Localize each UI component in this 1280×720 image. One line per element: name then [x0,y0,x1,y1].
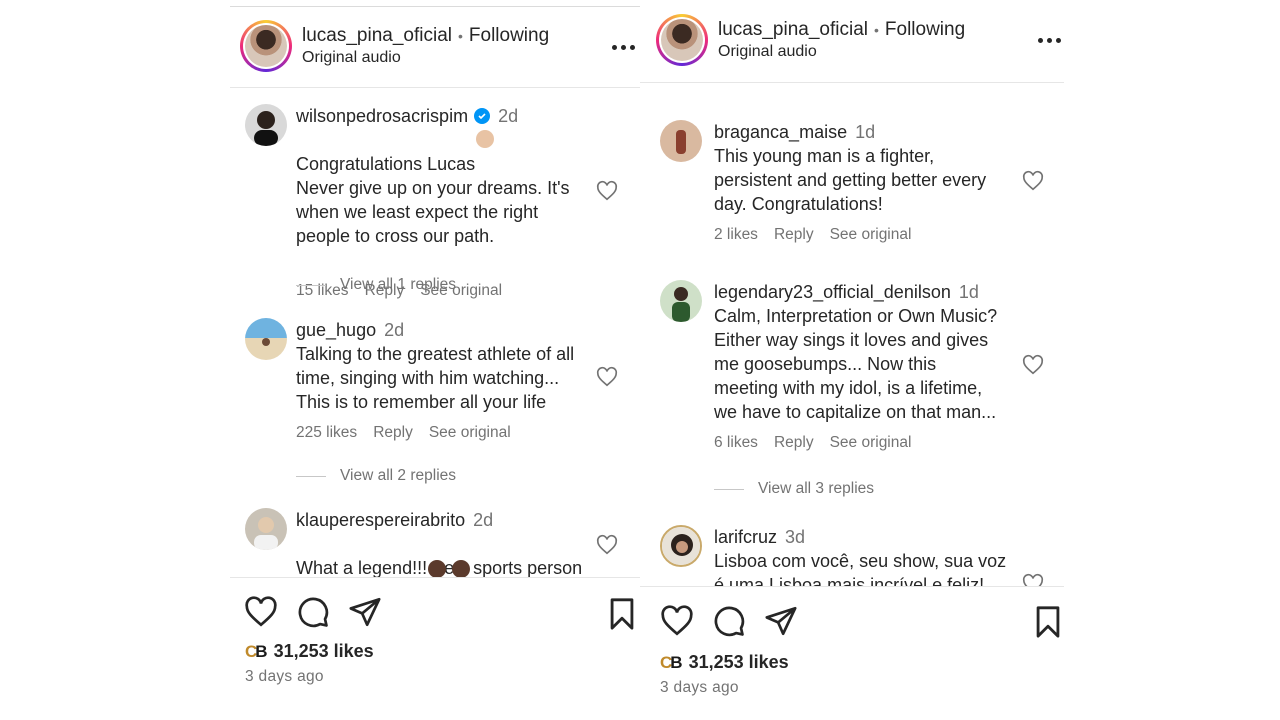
cb-logo: CB [245,641,268,661]
share-paper-plane-icon[interactable] [348,595,382,629]
commenter-avatar[interactable] [245,104,287,146]
commenter-avatar[interactable] [660,525,702,567]
comment-time: 2d [473,510,494,530]
comment-username[interactable]: gue_hugo [296,318,376,342]
comment-text: Talking to the greatest athlete of all t… [296,344,575,412]
following-button[interactable]: Following [885,19,965,41]
separator-dot: • [874,22,879,38]
separator-dot: • [458,28,463,44]
post-actions [244,595,640,629]
comment-text: Calm, Interpretation or Own Music? Eithe… [714,306,998,422]
comment-time: 1d [958,282,979,302]
actions-divider [640,586,1064,587]
likes-count: 31,253 likes [688,652,789,672]
comment-time: 2d [384,320,405,340]
reply-button[interactable]: Reply [774,434,814,452]
comment-time: 3d [785,527,806,547]
comments-list: braganca_maise 1d This young man is a fi… [640,83,1064,586]
commenter-avatar[interactable] [245,318,287,360]
original-audio-link[interactable]: Original audio [718,43,965,61]
like-heart-icon[interactable] [244,595,278,629]
verified-badge-icon [474,108,491,124]
comment-likes[interactable]: 225 likes [296,424,357,442]
comment-text: Lisboa com você, seu show, sua voz é uma… [714,551,1007,586]
view-replies-button[interactable]: View all 3 replies [714,480,874,498]
more-options-icon[interactable] [612,45,635,50]
commenter-avatar[interactable] [245,508,287,550]
comment-username[interactable]: braganca_maise [714,120,847,144]
clap-emoji [452,560,470,577]
clap-emoji [428,560,446,577]
comment-text: This young man is a fighter, persistent … [714,146,987,214]
original-audio-link[interactable]: Original audio [302,49,549,67]
comment-username[interactable]: larifcruz [714,525,777,549]
see-original-button[interactable]: See original [830,226,912,244]
like-comment-heart-icon[interactable] [1022,170,1044,192]
like-heart-icon[interactable] [660,604,694,638]
comment-text: Congratulations Lucas Never give up on y… [296,154,570,246]
comment-bubble-icon[interactable] [296,595,330,629]
comment-time: 1d [855,122,876,142]
post-header: lucas_pina_oficial • Following Original … [240,20,640,72]
like-comment-heart-icon[interactable] [596,534,618,556]
right-post-panel: lucas_pina_oficial • Following Original … [640,0,1064,720]
likes-count-row[interactable]: CB 31,253 likes [660,652,789,673]
like-comment-heart-icon[interactable] [596,366,618,388]
post-header: lucas_pina_oficial • Following Original … [656,14,1064,66]
comment-time: 2d [498,106,519,126]
reply-button[interactable]: Reply [373,424,413,442]
view-replies-button[interactable]: View all 2 replies [296,467,456,485]
comment-username[interactable]: wilsonpedrosacrispim [296,104,468,128]
comment-likes[interactable]: 2 likes [714,226,758,244]
following-button[interactable]: Following [469,25,549,47]
top-divider [230,6,640,7]
comment-username[interactable]: legendary23_official_denilson [714,280,951,304]
post-timestamp: 3 days ago [660,679,739,696]
likes-count: 31,253 likes [273,641,374,661]
post-actions [660,604,1064,638]
likes-count-row[interactable]: CB 31,253 likes [245,641,374,662]
share-paper-plane-icon[interactable] [764,604,798,638]
reply-button[interactable]: Reply [774,226,814,244]
profile-avatar[interactable] [240,20,292,72]
comments-list: wilsonpedrosacrispim 2d Congratulations … [230,88,640,577]
see-original-button[interactable]: See original [830,434,912,452]
view-replies-label: View all 1 replies [340,276,457,293]
post-timestamp: 3 days ago [245,668,324,685]
clapping-hands-emoji [476,130,494,148]
cb-logo: CB [660,652,683,672]
view-replies-label: View all 3 replies [758,480,875,497]
view-replies-button[interactable]: View all 1 replies [296,276,456,294]
commenter-avatar[interactable] [660,280,702,322]
see-original-button[interactable]: See original [429,424,511,442]
save-bookmark-icon[interactable] [607,597,637,631]
left-post-panel: lucas_pina_oficial • Following Original … [230,0,640,720]
more-options-icon[interactable] [1038,38,1061,43]
like-comment-heart-icon[interactable] [1022,354,1044,376]
comment-username[interactable]: klauperespereirabrito [296,508,465,532]
save-bookmark-icon[interactable] [1033,605,1063,639]
like-comment-heart-icon[interactable] [596,180,618,202]
comment-bubble-icon[interactable] [712,604,746,638]
commenter-avatar[interactable] [660,120,702,162]
actions-divider [230,577,640,578]
header-username[interactable]: lucas_pina_oficial [302,25,452,47]
like-comment-heart-icon[interactable] [1022,573,1044,586]
comment-likes[interactable]: 6 likes [714,434,758,452]
header-username[interactable]: lucas_pina_oficial [718,19,868,41]
profile-avatar[interactable] [656,14,708,66]
view-replies-label: View all 2 replies [340,467,457,484]
